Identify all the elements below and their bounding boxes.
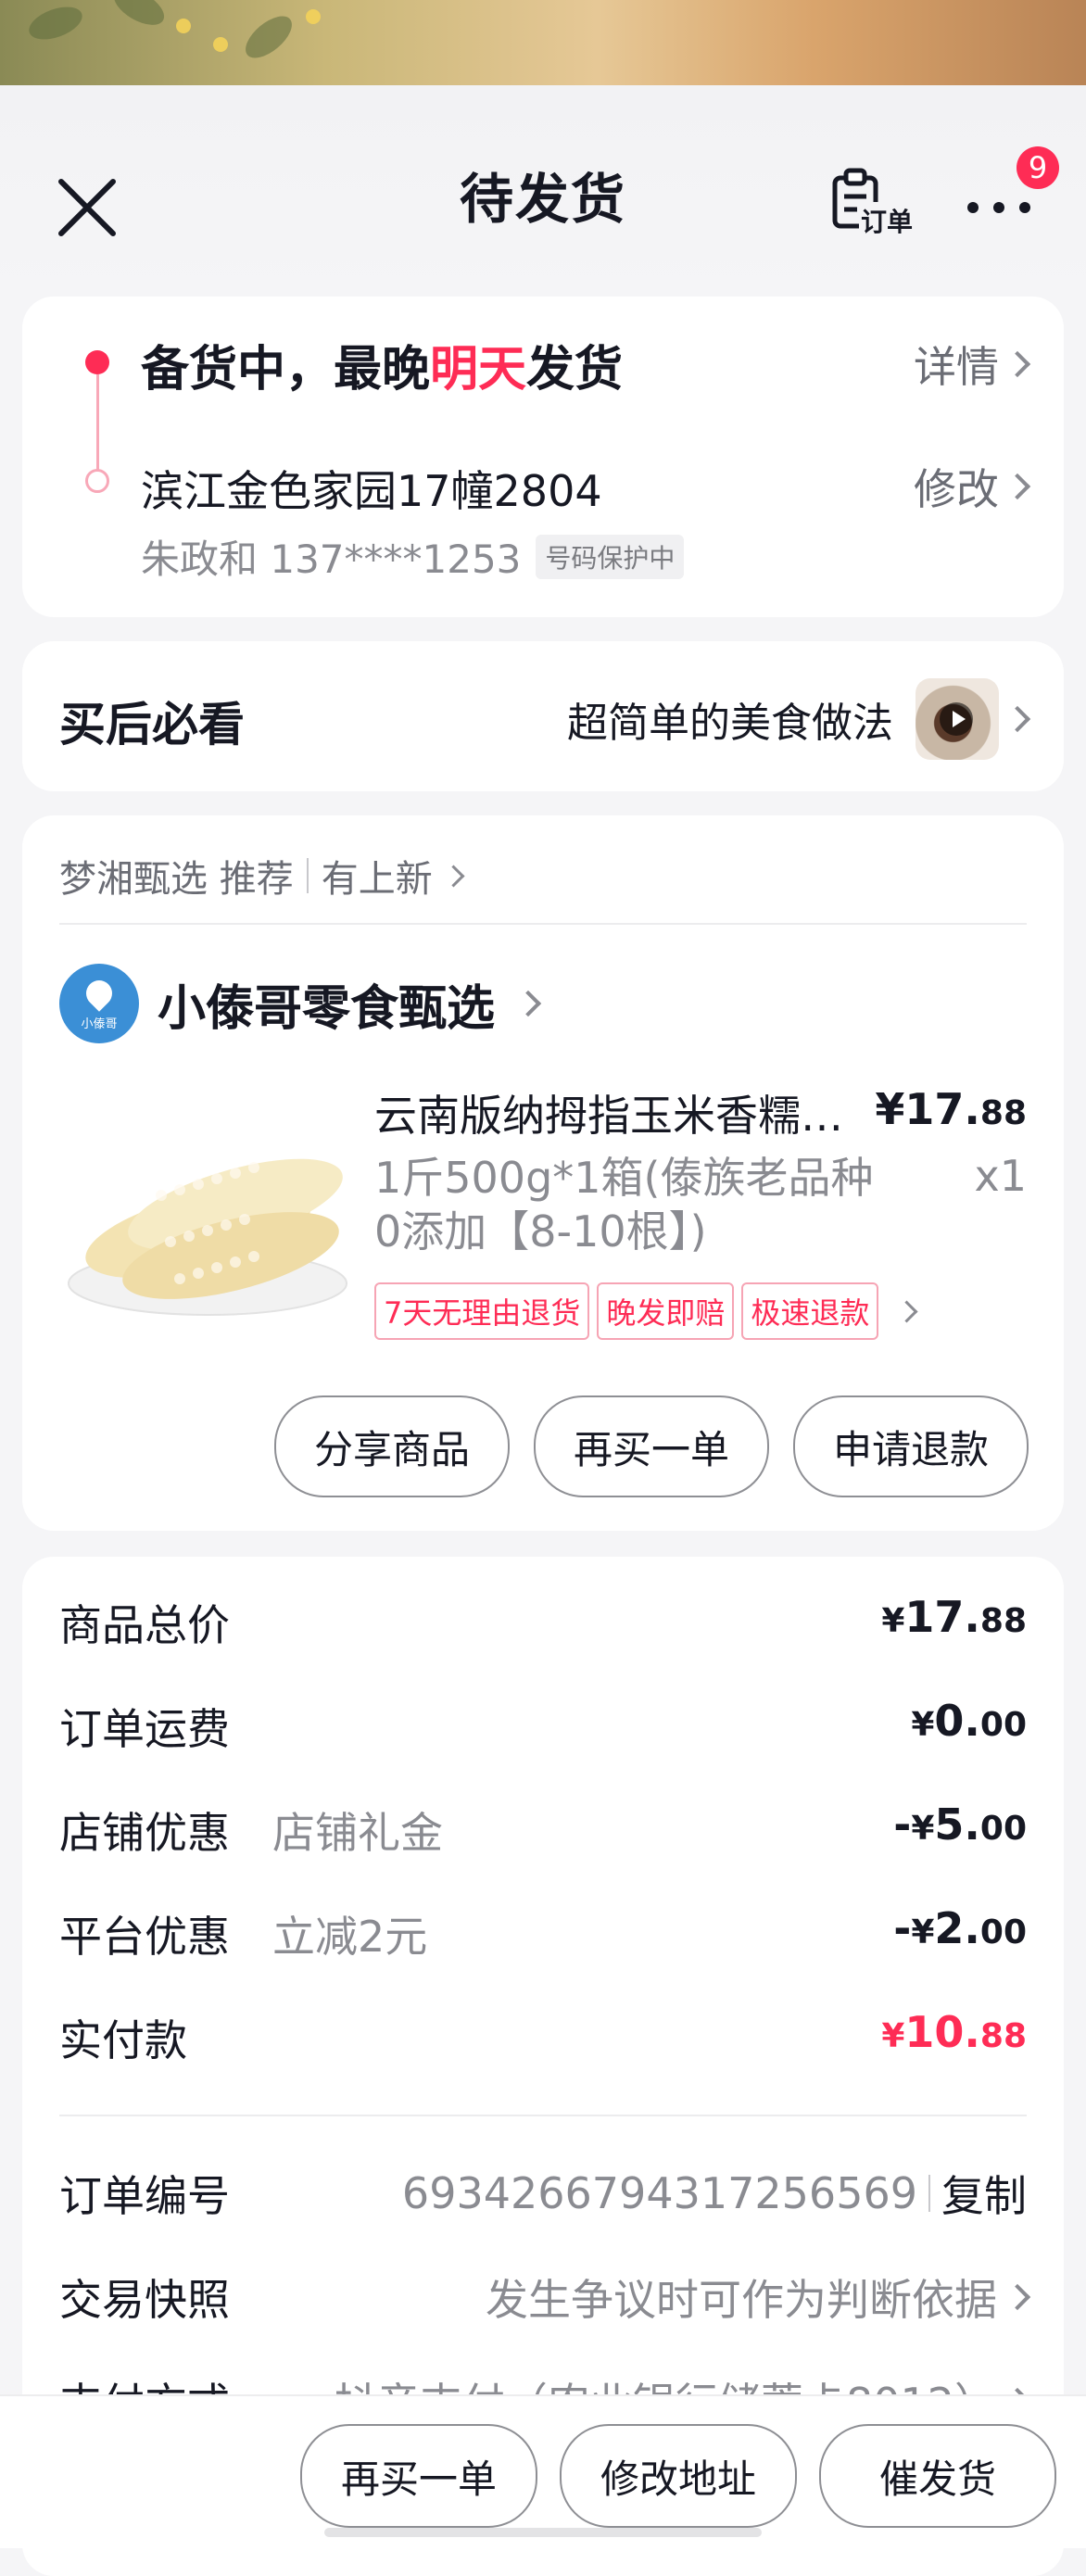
recommend-source: 梦湘甄选 推荐 [59,849,294,903]
timeline-line [96,374,99,471]
snapshot-row[interactable]: 交易快照 发生争议时可作为判断依据 [59,2267,1027,2331]
price-sub-label: 立减2元 [272,1903,427,1964]
price-label: 店铺优惠 [59,1799,230,1861]
modify-label: 修改 [914,456,999,517]
divider [307,858,309,893]
chevron-right-icon [442,865,464,887]
order-number-label: 订单编号 [59,2163,230,2224]
product-spec: 1斤500g*1箱(傣族老品种0添加【8-10根】) [374,1151,875,1258]
apply-refund-button[interactable]: 申请退款 [793,1395,1029,1497]
product-actions: 分享商品 再买一单 申请退款 [274,1395,1029,1497]
bottom-action-bar: 再买一单 修改地址 催发货 [0,2394,1086,2548]
status-dot-icon [85,350,109,374]
price-sub-label: 店铺礼金 [272,1799,443,1861]
product-price: ¥17.88 [875,1084,1027,1134]
recommend-link[interactable]: 有上新 [322,849,433,903]
bottom-buy-again-button[interactable]: 再买一单 [300,2424,537,2528]
service-tags[interactable]: 7天无理由退货 晚发即赔 极速退款 [374,1282,915,1340]
notification-badge: 9 [1017,146,1059,189]
order-list-button[interactable]: 订单 [829,167,931,241]
price-label: 实付款 [59,2007,187,2068]
product-quantity: x1 [975,1151,1028,1201]
product-image[interactable] [59,1093,365,1325]
price-row-shipping: 订单运费 ¥0.00 [59,1696,1027,1761]
video-thumbnail[interactable] [916,678,999,760]
chevron-right-icon [1004,351,1030,377]
number-protection-badge: 号码保护中 [536,535,684,579]
shop-logo-text: 小傣哥 [59,1014,139,1031]
price-row-shop-discount: 店铺优惠 店铺礼金 -¥5.00 [59,1799,1027,1864]
chevron-right-icon [515,991,541,1017]
tag-fast-refund: 极速退款 [741,1282,878,1340]
recommend-row[interactable]: 梦湘甄选 推荐 有上新 [59,849,461,903]
price-decimal: 88 [980,1094,1027,1132]
order-number: 6934266794317256569 [402,2168,917,2218]
play-icon [940,702,973,736]
shipping-address: 滨江金色家园17幢2804 [141,458,602,519]
buy-again-button[interactable]: 再买一单 [534,1395,769,1497]
price-value: -¥2.00 [893,1903,1027,1953]
actual-paid-value: ¥10.88 [881,2007,1027,2057]
shop-header[interactable]: 小傣哥 小傣哥零食甄选 [59,964,537,1043]
status-highlight: 明天 [430,342,526,398]
snapshot-text: 发生争议时可作为判断依据 [486,2267,997,2328]
price-label: 订单运费 [59,1696,230,1757]
price-value: ¥0.00 [911,1696,1027,1746]
tag-return: 7天无理由退货 [374,1282,589,1340]
more-icon[interactable] [964,185,1038,222]
chevron-right-icon [1004,706,1030,732]
recipe-link-text: 超简单的美食做法 [567,689,893,749]
price-label: 平台优惠 [59,1903,230,1964]
copy-button[interactable]: 复制 [941,2163,1027,2224]
shop-logo: 小傣哥 [59,964,139,1043]
price-row-platform-discount: 平台优惠 立减2元 -¥2.00 [59,1903,1027,1968]
chevron-right-icon [896,1300,918,1322]
shop-name: 小傣哥零食甄选 [158,969,495,1039]
shop-product-card: 梦湘甄选 推荐 有上新 小傣哥 小傣哥零食甄选 云南版纳拇指玉米香糯甜玉米 ¥1… [22,815,1064,1531]
price-row-total: 商品总价 ¥17.88 [59,1592,1027,1657]
must-read-card[interactable]: 买后必看 超简单的美食做法 [22,641,1064,791]
chevron-right-icon [1004,474,1030,499]
bottom-modify-address-button[interactable]: 修改地址 [560,2424,797,2528]
divider [59,923,1027,925]
price-value: ¥17.88 [881,1592,1027,1642]
recipe-link[interactable]: 超简单的美食做法 [567,678,1027,760]
address-dot-icon [85,469,109,493]
detail-link[interactable]: 详情 [914,334,1027,395]
tag-late-compensation: 晚发即赔 [597,1282,734,1340]
snapshot-label: 交易快照 [59,2267,230,2328]
status-prefix: 备货中，最晚 [141,342,430,398]
status-suffix: 发货 [526,342,623,398]
bottom-urge-shipping-button[interactable]: 催发货 [819,2424,1056,2528]
divider [59,2115,1027,2116]
order-number-row: 订单编号 6934266794317256569 复制 [59,2163,1027,2228]
top-banner-image [0,0,1086,85]
chevron-right-icon [1004,2284,1030,2310]
order-icon-label: 订单 [859,202,915,239]
shipping-status-text: 备货中，最晚明天发货 [141,330,623,399]
share-product-button[interactable]: 分享商品 [274,1395,510,1497]
price-label: 商品总价 [59,1592,230,1653]
price-row-actual-paid: 实付款 ¥10.88 [59,2007,1027,2072]
price-value: -¥5.00 [893,1799,1027,1850]
home-indicator [324,2528,762,2537]
must-read-title: 买后必看 [59,688,245,754]
divider [928,2175,930,2212]
recipient-name-phone: 朱政和 137****1253 [141,528,521,585]
product-title[interactable]: 云南版纳拇指玉米香糯甜玉米 [374,1082,865,1143]
modify-address-link[interactable]: 修改 [914,456,1027,517]
shipping-status-card: 备货中，最晚明天发货 详情 滨江金色家园17幢2804 修改 朱政和 137**… [22,297,1064,617]
price-main: ¥17. [875,1084,980,1134]
recipient-contact: 朱政和 137****1253 号码保护中 [141,528,684,585]
detail-label: 详情 [914,334,999,395]
